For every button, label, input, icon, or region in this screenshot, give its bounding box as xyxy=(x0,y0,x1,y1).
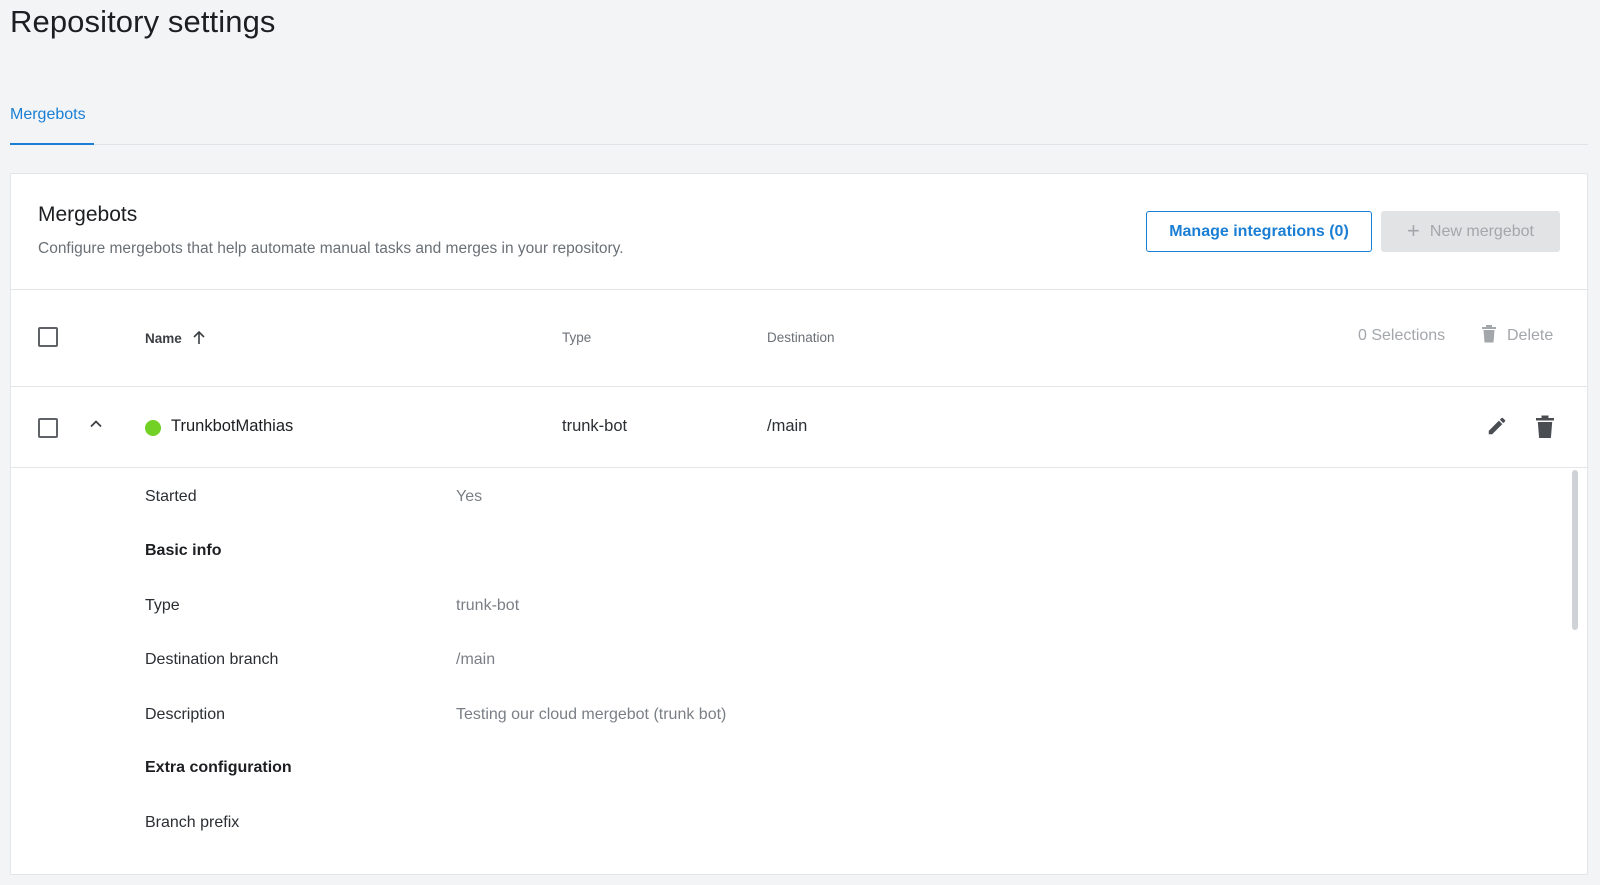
detail-label-type: Type xyxy=(145,597,180,614)
card-description: Configure mergebots that help automate m… xyxy=(38,240,624,257)
select-all-checkbox[interactable] xyxy=(38,327,58,347)
edit-button[interactable] xyxy=(1486,415,1508,442)
card-header: Mergebots Configure mergebots that help … xyxy=(11,174,1587,290)
scrollbar-thumb[interactable] xyxy=(1572,470,1578,630)
detail-label-description: Description xyxy=(145,706,226,723)
page-title: Repository settings xyxy=(10,4,276,39)
row-destination: /main xyxy=(767,417,808,435)
detail-label-branch-prefix: Branch prefix xyxy=(145,814,240,831)
column-header-type[interactable]: Type xyxy=(562,330,591,345)
row-name: TrunkbotMathias xyxy=(171,417,294,435)
section-heading-basic-info: Basic info xyxy=(145,542,222,559)
pencil-icon xyxy=(1486,417,1508,441)
collapse-row-button[interactable] xyxy=(89,417,103,436)
card-title: Mergebots xyxy=(38,203,138,226)
trash-icon xyxy=(1535,415,1555,443)
detail-label-destination-branch: Destination branch xyxy=(145,651,279,668)
column-header-name[interactable]: Name xyxy=(145,330,206,348)
bulk-delete-label: Delete xyxy=(1507,327,1554,344)
tab-bar: Mergebots xyxy=(10,96,1588,145)
detail-value-destination-branch: /main xyxy=(456,651,496,668)
detail-label-started: Started xyxy=(145,488,197,505)
detail-value-type: trunk-bot xyxy=(456,597,520,614)
table-header: Name Type Destination 0 Selections Delet… xyxy=(11,290,1587,387)
row-details: Started Yes Basic info Type trunk-bot De… xyxy=(11,468,1587,874)
tab-mergebots[interactable]: Mergebots xyxy=(10,106,94,145)
row-checkbox[interactable] xyxy=(38,418,58,438)
trash-icon xyxy=(1481,324,1497,348)
column-header-destination[interactable]: Destination xyxy=(767,330,835,345)
sort-ascending-icon xyxy=(192,330,206,348)
selection-count: 0 Selections xyxy=(1358,327,1446,344)
manage-integrations-button[interactable]: Manage integrations (0) xyxy=(1146,211,1372,252)
table-row[interactable]: TrunkbotMathias trunk-bot /main xyxy=(11,387,1587,468)
new-mergebot-label: New mergebot xyxy=(1429,222,1534,240)
section-heading-extra-configuration: Extra configuration xyxy=(145,759,292,776)
detail-value-started: Yes xyxy=(456,488,483,505)
chevron-up-icon xyxy=(89,418,103,435)
bulk-delete-button[interactable]: Delete xyxy=(1481,324,1553,348)
plus-icon: + xyxy=(1407,217,1420,243)
mergebots-card: Mergebots Configure mergebots that help … xyxy=(10,173,1588,875)
new-mergebot-button[interactable]: + New mergebot xyxy=(1381,211,1560,252)
row-type: trunk-bot xyxy=(562,417,628,435)
detail-value-description: Testing our cloud mergebot (trunk bot) xyxy=(456,706,727,723)
delete-row-button[interactable] xyxy=(1535,415,1555,444)
column-name-label: Name xyxy=(145,331,182,346)
status-indicator xyxy=(145,420,161,436)
